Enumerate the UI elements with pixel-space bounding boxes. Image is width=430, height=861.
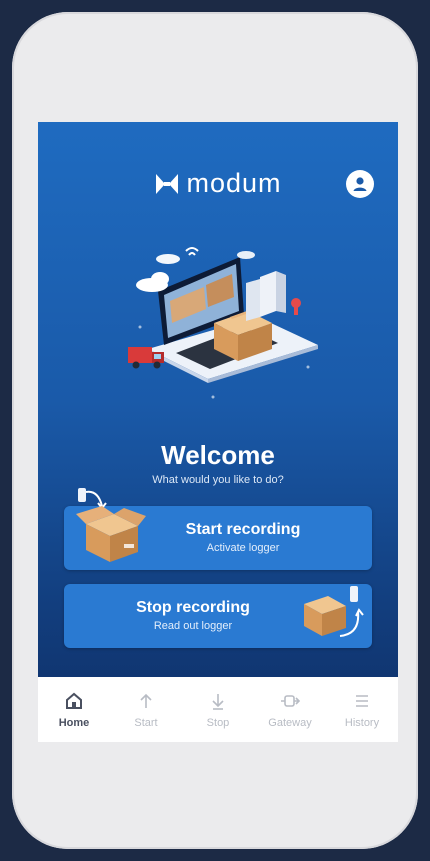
home-icon: [66, 692, 82, 709]
nav-label-gateway: Gateway: [268, 716, 312, 729]
stop-recording-button[interactable]: Stop recording Read out logger: [64, 584, 372, 648]
hero-illustration: [128, 247, 318, 399]
gateway-icon: [281, 694, 300, 707]
box-logger-icon: [76, 488, 146, 562]
nav-label-start: Start: [134, 716, 158, 729]
bottom-nav: Home Start Stop Gateway History: [38, 677, 398, 742]
nav-item-history[interactable]: History: [330, 691, 394, 729]
nav-item-gateway[interactable]: Gateway: [258, 691, 322, 729]
start-recording-button[interactable]: Start recording Activate logger: [64, 488, 372, 570]
profile-button[interactable]: [346, 170, 374, 198]
nav-label-home: Home: [58, 716, 90, 729]
nav-item-home[interactable]: Home: [42, 691, 106, 729]
nav-label-stop: Stop: [206, 716, 230, 729]
nav-item-stop[interactable]: Stop: [186, 691, 250, 729]
stop-recording-sublabel: Read out logger: [153, 620, 233, 632]
person-icon: [353, 177, 367, 191]
logo-text: modum: [186, 168, 282, 198]
stop-recording-label: Stop recording: [136, 599, 250, 616]
app-logo: modum: [38, 168, 398, 199]
welcome-title: Welcome: [161, 440, 275, 470]
list-icon: [356, 694, 368, 707]
arrow-up-icon: [140, 693, 152, 708]
nav-label-history: History: [344, 716, 380, 729]
nav-item-start[interactable]: Start: [114, 691, 178, 729]
modum-logo-icon: [156, 173, 179, 194]
box-logger-icon: [304, 586, 364, 637]
start-recording-sublabel: Activate logger: [206, 542, 280, 554]
app-screen: modum Welcome What would you like to do?…: [38, 122, 398, 742]
start-recording-label: Start recording: [185, 521, 301, 538]
arrow-down-icon: [212, 693, 224, 710]
